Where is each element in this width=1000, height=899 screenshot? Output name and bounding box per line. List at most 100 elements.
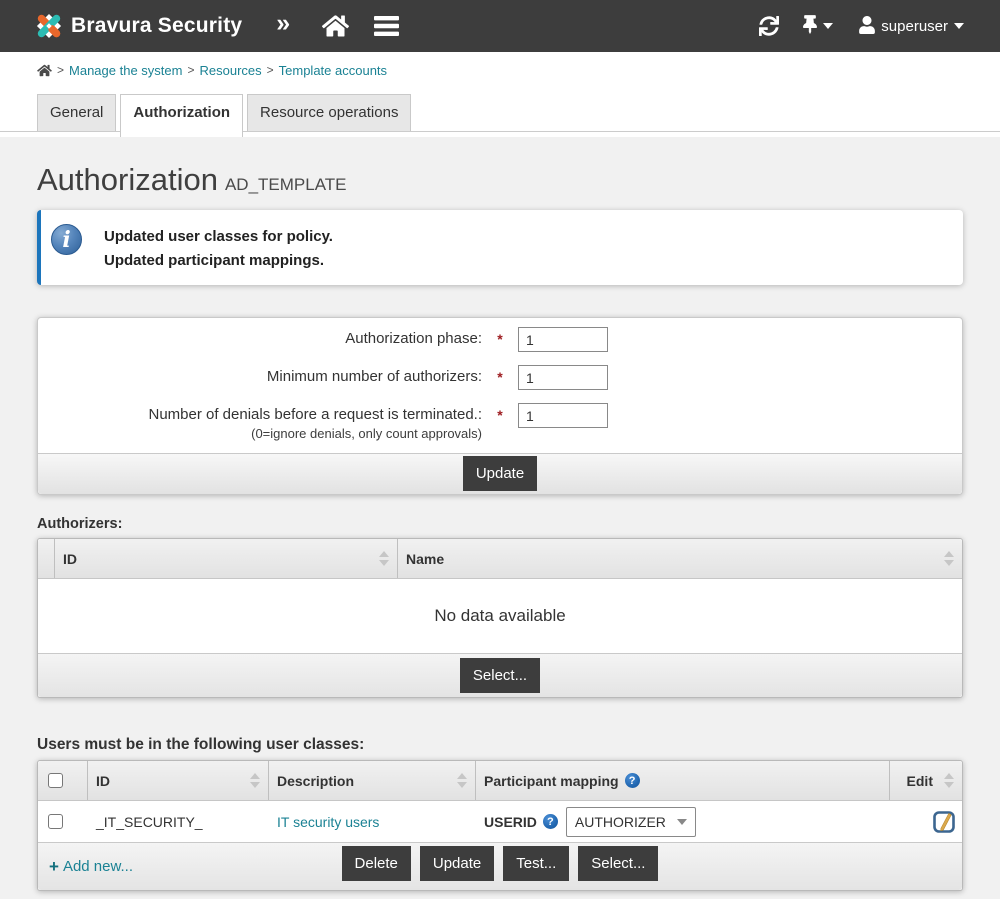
user-classes-table-header: ID Description Participant mapping ? Edi… <box>38 761 962 800</box>
authorizers-header-spacer <box>38 539 55 578</box>
select-caret-icon <box>677 819 687 825</box>
selected-option: AUTHORIZER <box>575 814 666 830</box>
denials-input[interactable] <box>518 403 608 428</box>
info-message-box: i Updated user classes for policy. Updat… <box>37 210 963 285</box>
breadcrumb-separator: > <box>187 60 194 80</box>
authorization-settings-panel: Authorization phase: * Minimum number of… <box>37 317 963 495</box>
tab-authorization[interactable]: Authorization <box>120 94 243 137</box>
select-all-checkbox[interactable] <box>48 773 63 788</box>
tab-resource-operations[interactable]: Resource operations <box>247 94 411 131</box>
user-class-row: _IT_SECURITY_ IT security users USERID ?… <box>38 800 962 842</box>
authorizers-header-id[interactable]: ID <box>55 539 398 578</box>
breadcrumb-separator: > <box>267 60 274 80</box>
field-note: (0=ignore denials, only count approvals) <box>38 425 482 443</box>
row-checkbox-cell <box>38 814 88 829</box>
row-edit-cell <box>890 811 962 833</box>
user-classes-header-mapping[interactable]: Participant mapping ? <box>476 761 890 800</box>
expand-menu-chevron[interactable]: » <box>276 11 290 41</box>
delete-button[interactable]: Delete <box>342 846 411 881</box>
user-classes-label: Users must be in the following user clas… <box>37 736 963 754</box>
form-row-minimum-authorizers: Minimum number of authorizers: * <box>38 365 962 390</box>
authorizers-table-header: ID Name <box>38 539 962 578</box>
column-label: Description <box>277 773 451 789</box>
sort-icon[interactable] <box>457 773 467 788</box>
hamburger-menu-icon[interactable] <box>374 15 399 37</box>
sort-icon[interactable] <box>379 551 389 566</box>
authorizers-label: Authorizers: <box>37 516 963 532</box>
select-user-classes-button[interactable]: Select... <box>578 846 658 881</box>
authorization-phase-input[interactable] <box>518 327 608 352</box>
column-label: Participant mapping <box>484 773 619 789</box>
sort-icon[interactable] <box>250 773 260 788</box>
plus-icon: + <box>49 857 59 877</box>
bravura-logo-icon <box>34 11 64 41</box>
userid-help-icon[interactable]: ? <box>543 814 558 829</box>
user-icon <box>859 16 875 37</box>
mapping-attribute-label: USERID <box>484 814 537 830</box>
add-new-label: Add new... <box>63 858 133 875</box>
test-button[interactable]: Test... <box>503 846 569 881</box>
top-navigation-bar: Bravura Security » <box>0 0 1000 52</box>
add-new-link[interactable]: + Add new... <box>49 857 133 877</box>
row-mapping-cell: USERID ? AUTHORIZER <box>476 807 890 837</box>
breadcrumb-link-resources[interactable]: Resources <box>199 60 261 80</box>
user-account-menu[interactable]: superuser <box>859 16 964 37</box>
user-classes-table-footer: + Add new... Delete Update Test... Selec… <box>38 842 962 890</box>
user-name: superuser <box>881 18 948 35</box>
user-classes-table: ID Description Participant mapping ? Edi… <box>37 760 963 891</box>
breadcrumb: > Manage the system > Resources > Templa… <box>0 52 1000 94</box>
user-classes-header-checkbox <box>38 761 88 800</box>
authorizers-table: ID Name No data available Select... <box>37 538 963 698</box>
select-authorizers-button[interactable]: Select... <box>460 658 540 693</box>
column-label: ID <box>96 773 244 789</box>
column-label: ID <box>63 551 373 567</box>
minimum-authorizers-input[interactable] <box>518 365 608 390</box>
participant-mapping-select[interactable]: AUTHORIZER <box>566 807 696 837</box>
sort-icon[interactable] <box>944 551 954 566</box>
page-title: Authorization AD_TEMPLATE <box>37 162 963 203</box>
update-rows-button[interactable]: Update <box>420 846 494 881</box>
sort-icon[interactable] <box>944 773 954 788</box>
required-asterisk: * <box>482 365 518 385</box>
main-content: Authorization AD_TEMPLATE i Updated user … <box>0 162 1000 899</box>
row-description-cell: IT security users <box>269 814 476 830</box>
refresh-icon[interactable] <box>759 16 779 36</box>
settings-panel-footer: Update <box>38 453 962 494</box>
pin-caret-down-icon <box>823 23 833 29</box>
authorizers-header-name[interactable]: Name <box>398 539 962 578</box>
user-classes-header-edit[interactable]: Edit <box>890 761 962 800</box>
column-label: Name <box>406 551 938 567</box>
pushpin-icon <box>803 15 817 37</box>
breadcrumb-separator: > <box>57 60 64 80</box>
user-caret-down-icon <box>954 23 964 29</box>
breadcrumb-link-manage-the-system[interactable]: Manage the system <box>69 60 182 80</box>
breadcrumb-link-template-accounts[interactable]: Template accounts <box>279 60 387 80</box>
form-row-denials: Number of denials before a request is te… <box>38 403 962 443</box>
user-classes-header-description[interactable]: Description <box>269 761 476 800</box>
user-class-link[interactable]: IT security users <box>277 814 379 830</box>
required-asterisk: * <box>482 403 518 423</box>
authorizers-empty-message: No data available <box>38 578 962 653</box>
column-label: Edit <box>907 773 933 789</box>
tab-general[interactable]: General <box>37 94 116 131</box>
subheader: > Manage the system > Resources > Templa… <box>0 52 1000 137</box>
field-label: Number of denials before a request is te… <box>38 406 482 424</box>
message-line-1: Updated user classes for policy. <box>104 225 333 249</box>
form-row-authorization-phase: Authorization phase: * <box>38 327 962 352</box>
pinned-pages-menu[interactable] <box>803 15 833 37</box>
page-title-text: Authorization <box>37 162 218 197</box>
update-settings-button[interactable]: Update <box>463 456 537 491</box>
edit-row-icon[interactable] <box>933 811 955 833</box>
message-line-2: Updated participant mappings. <box>104 249 333 273</box>
brand-logo[interactable]: Bravura Security <box>34 11 242 41</box>
required-asterisk: * <box>482 327 518 347</box>
authorizers-table-footer: Select... <box>38 653 962 697</box>
info-icon: i <box>51 224 82 255</box>
home-icon[interactable] <box>322 14 349 38</box>
participant-mapping-help-icon[interactable]: ? <box>625 773 640 788</box>
row-checkbox[interactable] <box>48 814 63 829</box>
user-classes-header-id[interactable]: ID <box>88 761 269 800</box>
breadcrumb-home-icon[interactable] <box>37 60 52 80</box>
brand-name: Bravura Security <box>71 14 242 38</box>
page-subtitle: AD_TEMPLATE <box>225 175 347 194</box>
